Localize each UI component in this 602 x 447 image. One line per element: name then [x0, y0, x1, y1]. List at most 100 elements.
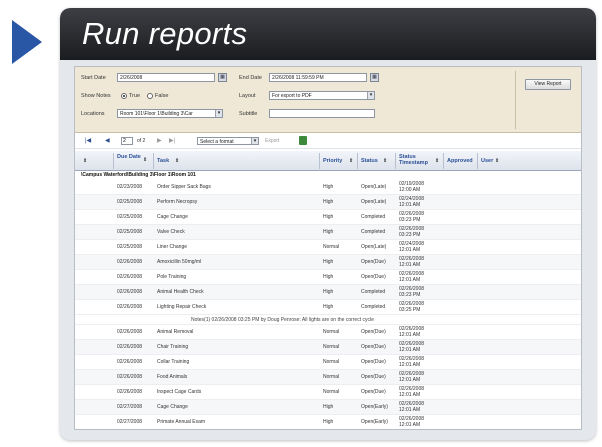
task-cell: Food Animals — [157, 374, 188, 380]
view-report-button[interactable]: View Report — [525, 79, 571, 90]
page-title: Run reports — [82, 16, 248, 51]
column-priority[interactable]: Priority — [323, 158, 342, 164]
column-approved[interactable]: Approved — [447, 158, 473, 164]
report-toolbar: |◀ ◀ 2 of 2 ▶ ▶| Select a format ▾ Expor… — [75, 133, 581, 149]
due-date-cell: 02/25/2008 — [117, 229, 143, 235]
calendar-icon[interactable]: ▦ — [370, 73, 379, 82]
column-divider — [477, 153, 478, 169]
status-cell: Open(Late) — [361, 184, 387, 190]
column-divider — [319, 153, 320, 169]
table-row[interactable]: 02/26/2008 Chair Training Normal Open(Due) 0… — [75, 340, 581, 355]
first-page-icon[interactable]: |◀ — [85, 137, 91, 144]
priority-cell: High — [323, 184, 334, 190]
priority-cell: High — [323, 289, 334, 295]
priority-cell: High — [323, 259, 334, 265]
report-viewer: Start Date 2/26/2008 ▦ End Date 2/26/200… — [74, 66, 582, 430]
due-date-cell: 02/26/2008 — [117, 374, 143, 380]
subtitle-label: Subtitle — [239, 111, 258, 117]
status-cell: Open(Due) — [361, 344, 386, 350]
subtitle-input[interactable] — [269, 109, 375, 118]
layout-select[interactable]: For export to PDF ▾ — [269, 91, 375, 100]
locations-select[interactable]: Room 101\Floor 1\Building 3\Car ▾ — [117, 109, 223, 118]
table-row[interactable]: 02/26/2008 Collar Training Normal Open(Due)… — [75, 355, 581, 370]
column-divider — [113, 153, 114, 169]
column-status-timestamp[interactable]: Status Timestamp — [399, 154, 435, 166]
table-row[interactable]: 02/25/2008 Perform Necropsy High Open(Late)… — [75, 195, 581, 210]
table-row[interactable]: 02/25/2008 Cage Change High Completed 02/26/… — [75, 210, 581, 225]
column-divider — [357, 153, 358, 169]
due-date-cell: 02/26/2008 — [117, 344, 143, 350]
table-row[interactable]: 02/27/2008 Cage Change High Open(Early) 02/2… — [75, 400, 581, 415]
sort-arrows-icon[interactable]: ⇕ — [175, 158, 179, 164]
due-date-cell: 02/26/2008 — [117, 274, 143, 280]
sort-arrows-icon[interactable]: ⇕ — [83, 158, 87, 164]
due-date-cell: 02/26/2008 — [117, 389, 143, 395]
status-timestamp-time: 12:01 AM — [399, 202, 421, 208]
table-row[interactable]: 02/26/2008 Animal Removal Normal Open(Due) 0… — [75, 325, 581, 340]
status-timestamp-time: 03:23 PM — [399, 217, 421, 223]
table-row[interactable]: 02/26/2008 Amoxicillin 50mg/ml High Open(Du… — [75, 255, 581, 270]
due-date-cell: 02/25/2008 — [117, 244, 143, 250]
status-timestamp-time: 12:01 AM — [399, 377, 421, 383]
show-notes-false-radio[interactable] — [147, 93, 153, 99]
end-date-label: End Date — [239, 75, 262, 81]
task-cell: Chair Training — [157, 344, 189, 350]
sort-arrows-icon[interactable]: ⇕ — [383, 158, 387, 164]
location-group-header: \Campus Waterford\Building 3\Floor 1\Roo… — [81, 172, 196, 178]
due-date-cell: 02/26/2008 — [117, 359, 143, 365]
priority-cell: Normal — [323, 329, 340, 335]
due-date-cell: 02/25/2008 — [117, 214, 143, 220]
table-row[interactable]: 02/26/2008 Food Animals Normal Open(Due) 02/… — [75, 370, 581, 385]
sort-arrows-icon[interactable]: ⇕ — [435, 158, 439, 164]
status-timestamp-time: 12:01 AM — [399, 277, 421, 283]
table-row[interactable]: 02/25/2008 Valve Check High Completed 02/26/… — [75, 225, 581, 240]
sort-arrows-icon[interactable]: ⇕ — [143, 157, 147, 163]
format-value: Select a format — [200, 139, 234, 145]
end-date-input[interactable]: 2/26/2008 11:59:59 PM — [269, 73, 367, 82]
column-task[interactable]: Task — [157, 158, 169, 164]
next-page-icon[interactable]: ▶ — [157, 137, 162, 144]
start-date-input[interactable]: 2/26/2008 — [117, 73, 215, 82]
table-row[interactable]: 02/26/2008 Animal Health Check High Complet… — [75, 285, 581, 300]
show-notes-label: Show Notes — [81, 93, 111, 99]
locations-value: Room 101\Floor 1\Building 3\Car — [120, 111, 193, 117]
due-date-cell: 02/27/2008 — [117, 404, 143, 410]
due-date-cell: 02/23/2008 — [117, 184, 143, 190]
status-cell: Open(Early) — [361, 419, 388, 425]
priority-cell: Normal — [323, 359, 340, 365]
task-cell: Animal Health Check — [157, 289, 204, 295]
column-user[interactable]: User — [481, 158, 493, 164]
chevron-down-icon: ▾ — [215, 110, 222, 117]
due-date-cell: 02/25/2008 — [117, 199, 143, 205]
column-due-date[interactable]: Due Date — [117, 154, 143, 160]
table-row[interactable]: 02/25/2008 Liner Change Normal Open(Late) 02… — [75, 240, 581, 255]
table-row[interactable]: 02/27/2008 Primate Annual Exam High Open(Ea… — [75, 415, 581, 429]
status-cell: Completed — [361, 304, 386, 310]
table-row[interactable]: 02/26/2008 Lighting Repair Check High Compl… — [75, 300, 581, 315]
task-cell: Amoxicillin 50mg/ml — [157, 259, 202, 265]
show-notes-true-radio[interactable] — [121, 93, 127, 99]
table-row[interactable]: 02/26/2008 Pole Training High Open(Due) 02/2… — [75, 270, 581, 285]
refresh-icon[interactable] — [299, 136, 307, 145]
priority-cell: Normal — [323, 389, 340, 395]
locations-label: Locations — [81, 111, 105, 117]
prev-page-icon[interactable]: ◀ — [105, 137, 110, 144]
sort-arrows-icon[interactable]: ⇕ — [495, 158, 499, 164]
column-status[interactable]: Status — [361, 158, 378, 164]
last-page-icon[interactable]: ▶| — [169, 137, 175, 144]
status-cell: Completed — [361, 289, 386, 295]
export-link[interactable]: Export — [265, 138, 279, 144]
export-format-select[interactable]: Select a format ▾ — [197, 137, 259, 145]
table-row[interactable]: 02/26/2008 Inspect Cage Cards Normal Open(D… — [75, 385, 581, 400]
title-bar: Run reports — [60, 8, 596, 60]
sort-arrows-icon[interactable]: ⇕ — [349, 158, 353, 164]
status-timestamp-time: 12:01 AM — [399, 347, 421, 353]
page-count: of 2 — [137, 138, 146, 144]
page-number-input[interactable]: 2 — [121, 137, 133, 145]
table-row[interactable]: 02/23/2008 Order Sipper Sack Bags High Open… — [75, 180, 581, 195]
task-cell: Perform Necropsy — [157, 199, 198, 205]
layout-value: For export to PDF — [272, 93, 312, 99]
filter-panel: Start Date 2/26/2008 ▦ End Date 2/26/200… — [75, 67, 581, 133]
calendar-icon[interactable]: ▦ — [218, 73, 227, 82]
priority-cell: Normal — [323, 344, 340, 350]
